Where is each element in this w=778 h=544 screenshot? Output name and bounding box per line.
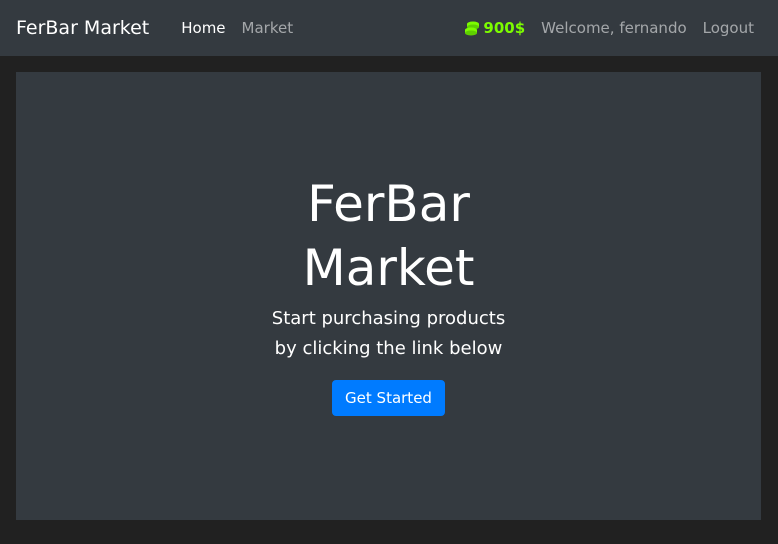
hero-subtitle: Start purchasing products by clicking th…	[271, 308, 506, 359]
budget-display: 900$	[456, 19, 533, 37]
nav-links: Home Market	[173, 19, 301, 37]
brand-link[interactable]: FerBar Market	[16, 17, 149, 39]
navbar: FerBar Market Home Market 900$ Welcome, …	[0, 0, 778, 56]
coins-icon	[465, 21, 480, 36]
nav-user-area: 900$ Welcome, fernando Logout	[456, 19, 762, 37]
budget-amount: 900$	[483, 19, 526, 37]
hero-title: FerBar Market	[302, 175, 475, 297]
hero-section: FerBar Market Start purchasing products …	[16, 72, 761, 520]
hero-content: FerBar Market Start purchasing products …	[16, 172, 761, 416]
welcome-text: Welcome, fernando	[541, 19, 687, 37]
nav-home-link[interactable]: Home	[173, 19, 233, 37]
logout-link[interactable]: Logout	[695, 19, 762, 37]
nav-market-link[interactable]: Market	[234, 19, 302, 37]
get-started-button[interactable]: Get Started	[332, 380, 445, 416]
